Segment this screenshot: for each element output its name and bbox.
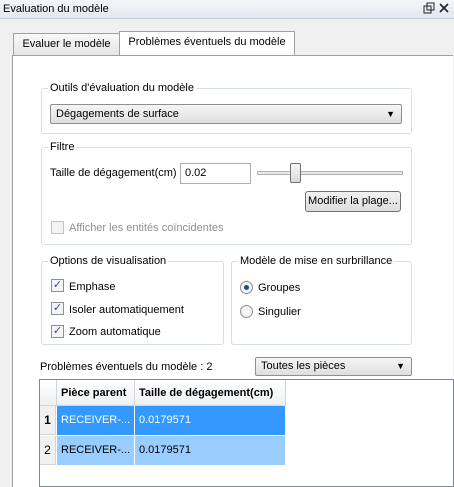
filter-group-title: Filtre	[48, 141, 77, 153]
modify-range-button[interactable]: Modifier la plage...	[305, 191, 401, 212]
modify-range-label: Modifier la plage...	[308, 195, 398, 207]
tab-evaluer-le-modele[interactable]: Evaluer le modèle	[13, 33, 120, 55]
clearance-size-input[interactable]: 0.02	[180, 163, 251, 184]
row-index[interactable]: 1	[40, 406, 56, 435]
parts-scope-value: Toutes les pièces	[261, 360, 346, 372]
auto-isolate-checkbox[interactable]: ✓	[51, 302, 64, 315]
column-header-size[interactable]: Taille de dégagement(cm)	[135, 380, 286, 406]
clearance-size-label: Taille de dégagement(cm)	[50, 167, 177, 179]
chevron-down-icon: ▼	[396, 361, 405, 371]
groups-radio[interactable]	[240, 281, 253, 294]
evaluation-tool-select[interactable]: Dégagements de surface ▼	[50, 104, 402, 124]
auto-zoom-checkbox[interactable]: ✓	[51, 325, 64, 338]
row-index[interactable]: 2	[40, 436, 56, 465]
column-header-parent[interactable]: Pièce parent	[57, 380, 135, 406]
clearance-size-value: 0.02	[185, 167, 207, 179]
coincident-entities-label: Afficher les entités coïncidentes	[69, 222, 224, 234]
table-cell-size[interactable]: 0.0179571	[135, 406, 286, 435]
tab-label: Evaluer le modèle	[22, 38, 111, 50]
evaluation-tool-value: Dégagements de surface	[56, 108, 179, 120]
display-options-title: Options de visualisation	[48, 255, 169, 267]
emphasis-label: Emphase	[69, 281, 116, 293]
tools-group-title: Outils d'évaluation du modèle	[48, 82, 196, 94]
close-icon[interactable]	[438, 2, 450, 18]
groups-label: Groupes	[258, 282, 301, 294]
tab-label: Problèmes éventuels du modèle	[128, 36, 286, 48]
table-corner	[40, 380, 57, 406]
clearance-slider-track[interactable]	[257, 171, 403, 175]
window-title: Evaluation du modèle	[3, 3, 109, 15]
auto-isolate-label: Isoler automatiquement	[69, 304, 184, 316]
problems-count-label: Problèmes éventuels du modèle : 2	[40, 361, 213, 373]
tab-problemes-eventuels[interactable]: Problèmes éventuels du modèle	[119, 31, 295, 55]
coincident-entities-checkbox[interactable]	[51, 221, 64, 234]
column-header-label: Taille de dégagement(cm)	[139, 387, 274, 399]
highlight-model-group: Modèle de mise en surbrillance	[231, 255, 412, 345]
window-titlebar: Evaluation du modèle	[0, 0, 454, 19]
radio-selected-dot	[244, 285, 249, 290]
column-header-label: Pièce parent	[61, 387, 127, 399]
singular-label: Singulier	[258, 306, 301, 318]
clearance-slider-thumb[interactable]	[290, 163, 301, 183]
singular-radio[interactable]	[240, 305, 253, 318]
table-cell-parent[interactable]: RECEIVER-...	[57, 406, 135, 435]
problems-table[interactable]: Pièce parent Taille de dégagement(cm) 1 …	[39, 379, 454, 487]
emphasis-checkbox[interactable]: ✓	[51, 279, 64, 292]
auto-zoom-label: Zoom automatique	[69, 326, 161, 338]
chevron-down-icon: ▼	[386, 109, 395, 119]
table-cell-parent[interactable]: RECEIVER-...	[57, 436, 135, 465]
highlight-model-title: Modèle de mise en surbrillance	[238, 255, 395, 267]
table-cell-size[interactable]: 0.0179571	[135, 436, 286, 465]
restore-icon[interactable]	[423, 2, 435, 18]
parts-scope-select[interactable]: Toutes les pièces ▼	[255, 357, 412, 376]
